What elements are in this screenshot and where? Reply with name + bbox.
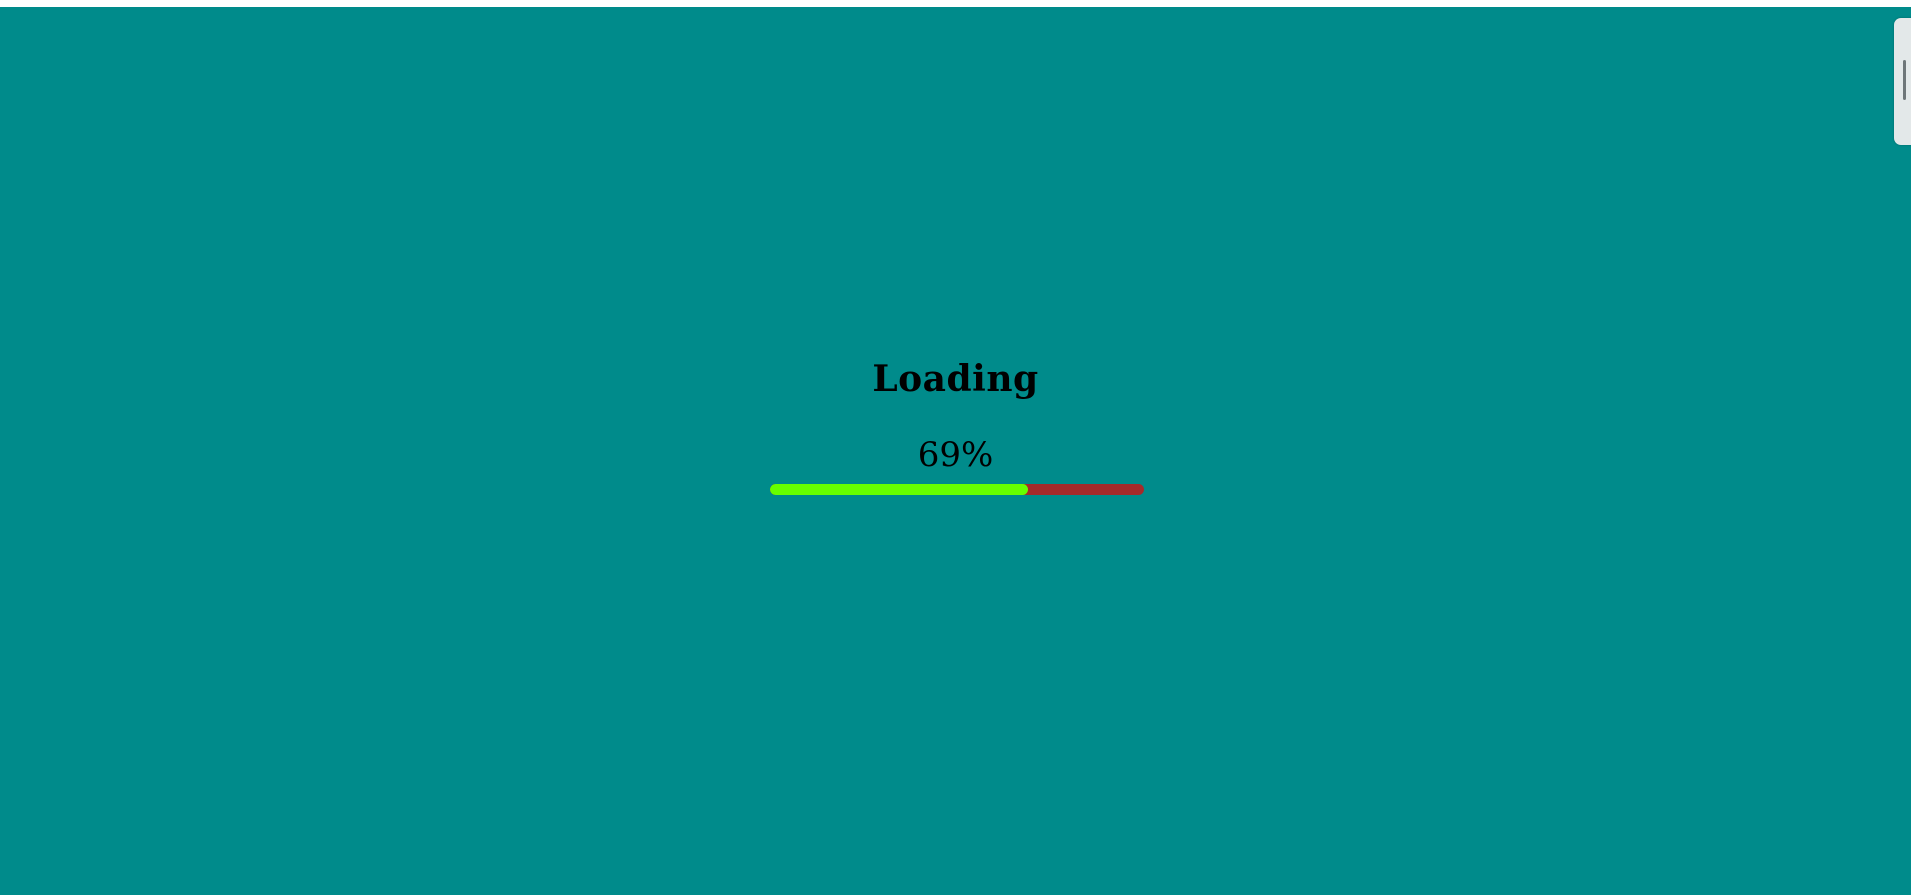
loading-title: Loading (872, 358, 1039, 400)
scrollbar[interactable] (1894, 18, 1911, 145)
scrollbar-thumb[interactable] (1903, 60, 1906, 100)
progress-bar-fill (769, 484, 1028, 495)
loading-percent: 69% (917, 435, 994, 475)
loading-screen: Loading 69% (0, 7, 1911, 895)
loading-indicator: Loading 69% (656, 351, 1256, 551)
progress-bar (769, 484, 1144, 495)
